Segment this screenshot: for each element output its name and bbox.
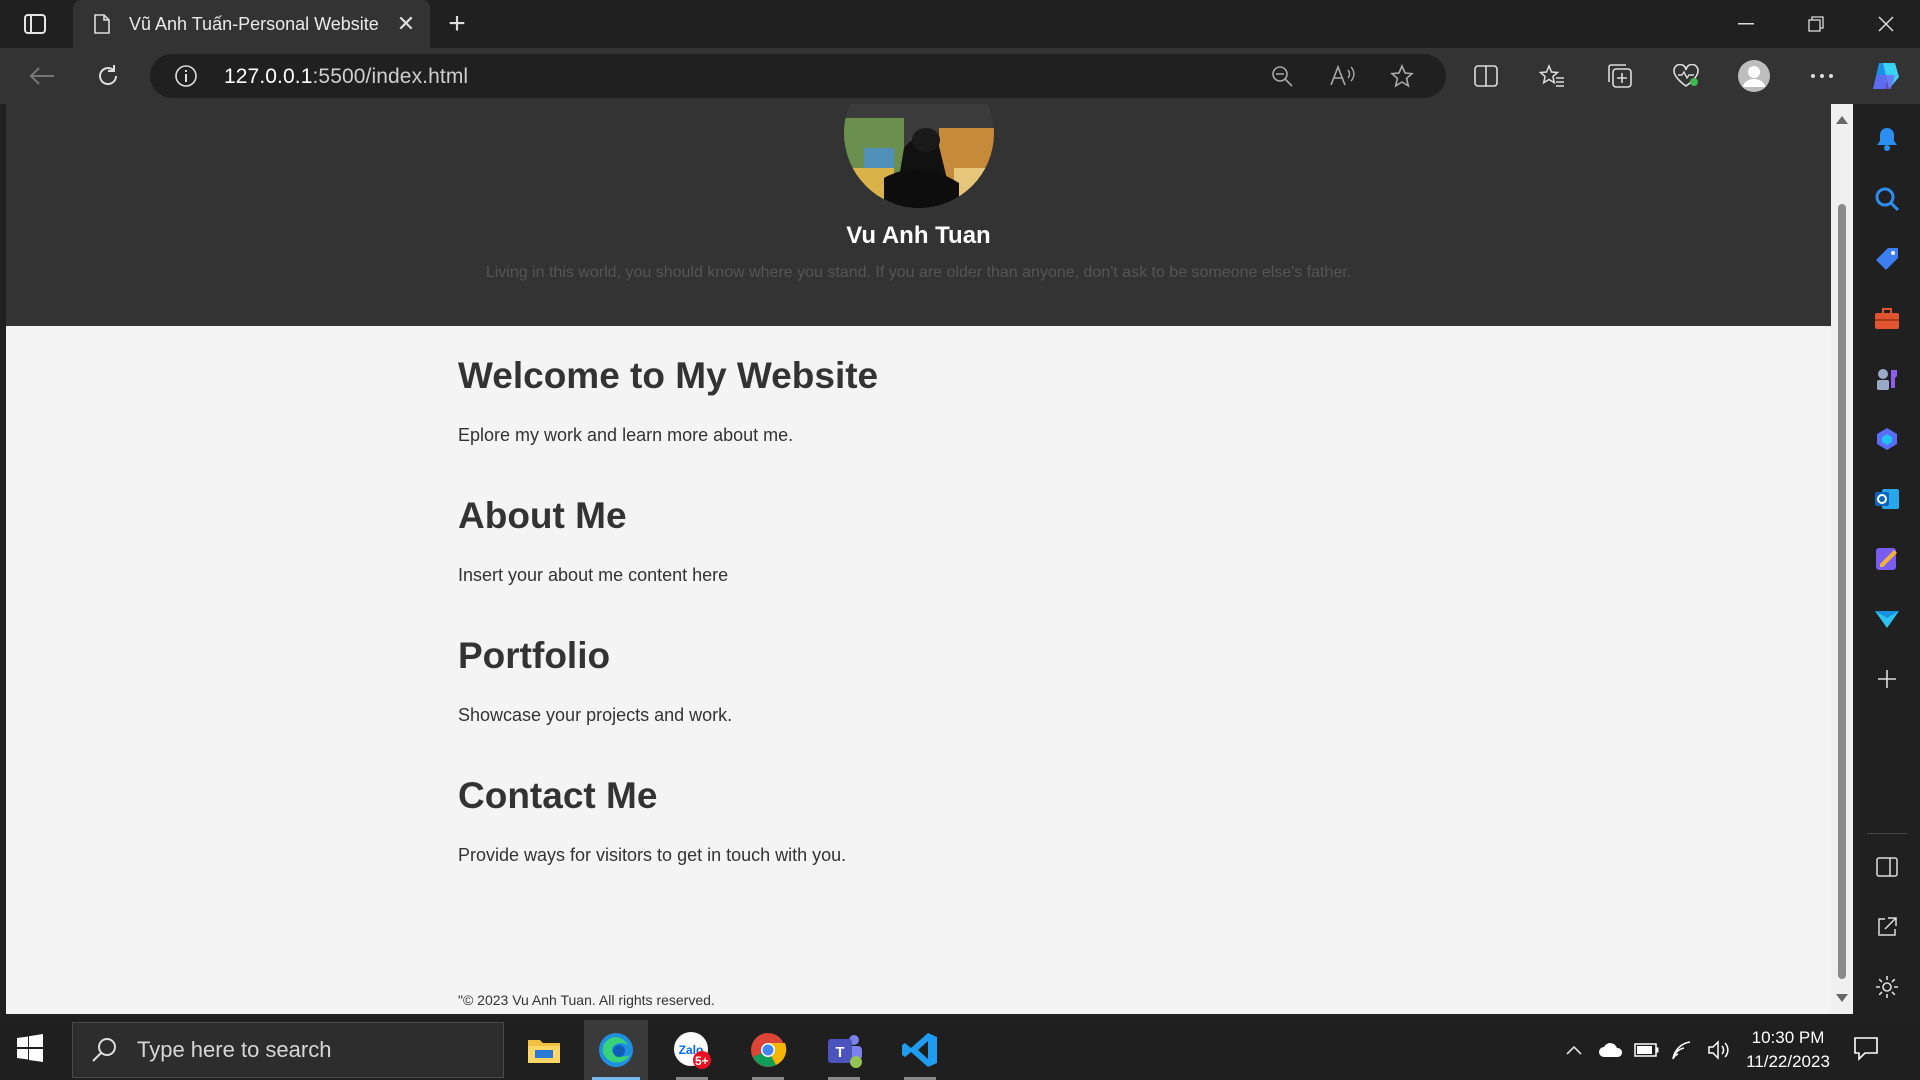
system-clock[interactable]: 10:30 PM 11/22/2023 bbox=[1740, 1026, 1836, 1074]
section-text: Provide ways for visitors to get in touc… bbox=[458, 845, 847, 865]
page-viewport: Vu Anh Tuan Living in this world, you sh… bbox=[6, 104, 1831, 1014]
onedrive-cloud-icon[interactable] bbox=[1594, 1020, 1628, 1080]
refresh-icon[interactable] bbox=[90, 58, 126, 94]
section-about: About Me Insert your about me content he… bbox=[458, 494, 1378, 586]
designer-icon[interactable] bbox=[1870, 542, 1904, 576]
more-options-icon[interactable] bbox=[1804, 58, 1840, 94]
close-tab-icon[interactable]: ✕ bbox=[394, 11, 418, 36]
copilot-icon[interactable] bbox=[1868, 58, 1904, 94]
url-text: 127.0.0.1:5500/index.html bbox=[224, 65, 468, 89]
vscode-icon[interactable] bbox=[888, 1020, 952, 1080]
sidebar-divider bbox=[1867, 833, 1907, 834]
section-welcome: Welcome to My Website Eplore my work and… bbox=[458, 354, 1378, 446]
volume-icon[interactable] bbox=[1702, 1020, 1736, 1080]
chrome-icon[interactable] bbox=[736, 1020, 800, 1080]
section-portfolio: Portfolio Showcase your projects and wor… bbox=[458, 634, 1378, 726]
browser-essentials-icon[interactable] bbox=[1668, 58, 1704, 94]
close-window-button[interactable] bbox=[1852, 0, 1920, 48]
edge-taskbar-icon[interactable] bbox=[584, 1020, 648, 1080]
site-info-icon[interactable] bbox=[174, 64, 198, 88]
zalo-notification-badge: 5+ bbox=[695, 1054, 709, 1068]
zalo-icon[interactable]: Zalo 5+ bbox=[660, 1020, 724, 1080]
settings-gear-icon[interactable] bbox=[1870, 970, 1904, 1004]
main-content: Welcome to My Website Eplore my work and… bbox=[458, 354, 1378, 914]
tab-title: Vũ Anh Tuấn-Personal Website bbox=[129, 13, 379, 34]
address-bar[interactable]: 127.0.0.1:5500/index.html bbox=[150, 54, 1446, 98]
section-heading: Portfolio bbox=[458, 635, 611, 676]
restore-button[interactable] bbox=[1782, 0, 1850, 48]
scrollbar-thumb[interactable] bbox=[1838, 204, 1846, 979]
url-path: :5500/index.html bbox=[312, 65, 469, 88]
wifi-icon[interactable] bbox=[1666, 1020, 1700, 1080]
tab-actions-icon[interactable] bbox=[16, 10, 54, 38]
search-icon[interactable] bbox=[1870, 182, 1904, 216]
scroll-down-arrow-icon[interactable] bbox=[1835, 992, 1849, 1004]
shopping-tag-icon[interactable] bbox=[1870, 242, 1904, 276]
windows-start-icon[interactable] bbox=[16, 1034, 48, 1066]
minimize-button[interactable] bbox=[1712, 0, 1780, 48]
section-text: Showcase your projects and work. bbox=[458, 705, 733, 725]
back-icon[interactable] bbox=[24, 58, 60, 94]
site-tagline: Living in this world, you should know wh… bbox=[485, 264, 1352, 281]
windows-taskbar: Type here to search Zalo 5+ T 10:30 PM 1… bbox=[0, 1020, 1920, 1080]
url-host: 127.0.0.1 bbox=[224, 65, 313, 88]
site-footer: "© 2023 Vu Anh Tuan. All rights reserved… bbox=[458, 992, 715, 1008]
site-owner-name: Vu Anh Tuan bbox=[846, 222, 991, 249]
microsoft-365-icon[interactable] bbox=[1870, 422, 1904, 456]
page-icon bbox=[91, 13, 113, 35]
action-center-icon[interactable] bbox=[1852, 1034, 1884, 1066]
hide-sidebar-icon[interactable] bbox=[1870, 850, 1904, 884]
collections-icon[interactable] bbox=[1602, 58, 1638, 94]
send-drop-icon[interactable] bbox=[1870, 602, 1904, 636]
teams-icon[interactable]: T bbox=[812, 1020, 876, 1080]
clock-time: 10:30 PM bbox=[1751, 1028, 1825, 1047]
favorites-icon[interactable] bbox=[1534, 58, 1570, 94]
notifications-bell-icon[interactable] bbox=[1870, 122, 1904, 156]
page-scrollbar[interactable] bbox=[1831, 104, 1853, 1014]
add-sidebar-app-icon[interactable] bbox=[1870, 662, 1904, 696]
section-text: Eplore my work and learn more about me. bbox=[458, 425, 794, 445]
section-heading: About Me bbox=[458, 495, 627, 536]
search-placeholder: Type here to search bbox=[137, 1037, 332, 1062]
section-heading: Welcome to My Website bbox=[458, 355, 879, 396]
tools-briefcase-icon[interactable] bbox=[1870, 302, 1904, 336]
games-icon[interactable] bbox=[1870, 362, 1904, 396]
open-external-icon[interactable] bbox=[1870, 910, 1904, 944]
site-header: Vu Anh Tuan Living in this world, you sh… bbox=[6, 104, 1831, 326]
section-contact: Contact Me Provide ways for visitors to … bbox=[458, 774, 1378, 866]
browser-tab[interactable]: Vũ Anh Tuấn-Personal Website ✕ bbox=[73, 0, 430, 48]
favorite-star-icon[interactable] bbox=[1386, 60, 1418, 92]
section-text: Insert your about me content here bbox=[458, 565, 729, 585]
outlook-icon[interactable] bbox=[1870, 482, 1904, 516]
taskbar-search-box[interactable]: Type here to search bbox=[72, 1022, 504, 1078]
clock-date: 11/22/2023 bbox=[1746, 1052, 1830, 1071]
battery-icon[interactable] bbox=[1630, 1020, 1664, 1080]
search-icon bbox=[91, 1036, 119, 1064]
profile-photo bbox=[844, 104, 994, 208]
svg-text:T: T bbox=[835, 1044, 844, 1061]
scroll-up-arrow-icon[interactable] bbox=[1835, 114, 1849, 126]
profile-avatar-icon[interactable] bbox=[1736, 58, 1772, 94]
section-heading: Contact Me bbox=[458, 775, 658, 816]
read-aloud-icon[interactable] bbox=[1326, 60, 1358, 92]
zoom-out-icon[interactable] bbox=[1266, 60, 1298, 92]
split-screen-icon[interactable] bbox=[1468, 58, 1504, 94]
edge-sidebar bbox=[1853, 104, 1920, 1014]
file-explorer-icon[interactable] bbox=[512, 1020, 576, 1080]
tab-strip: Vũ Anh Tuấn-Personal Website ✕ + bbox=[0, 0, 1920, 48]
show-hidden-icons-chevron-icon[interactable] bbox=[1558, 1020, 1590, 1080]
browser-toolbar: 127.0.0.1:5500/index.html bbox=[0, 48, 1920, 104]
new-tab-button[interactable]: + bbox=[442, 9, 472, 40]
